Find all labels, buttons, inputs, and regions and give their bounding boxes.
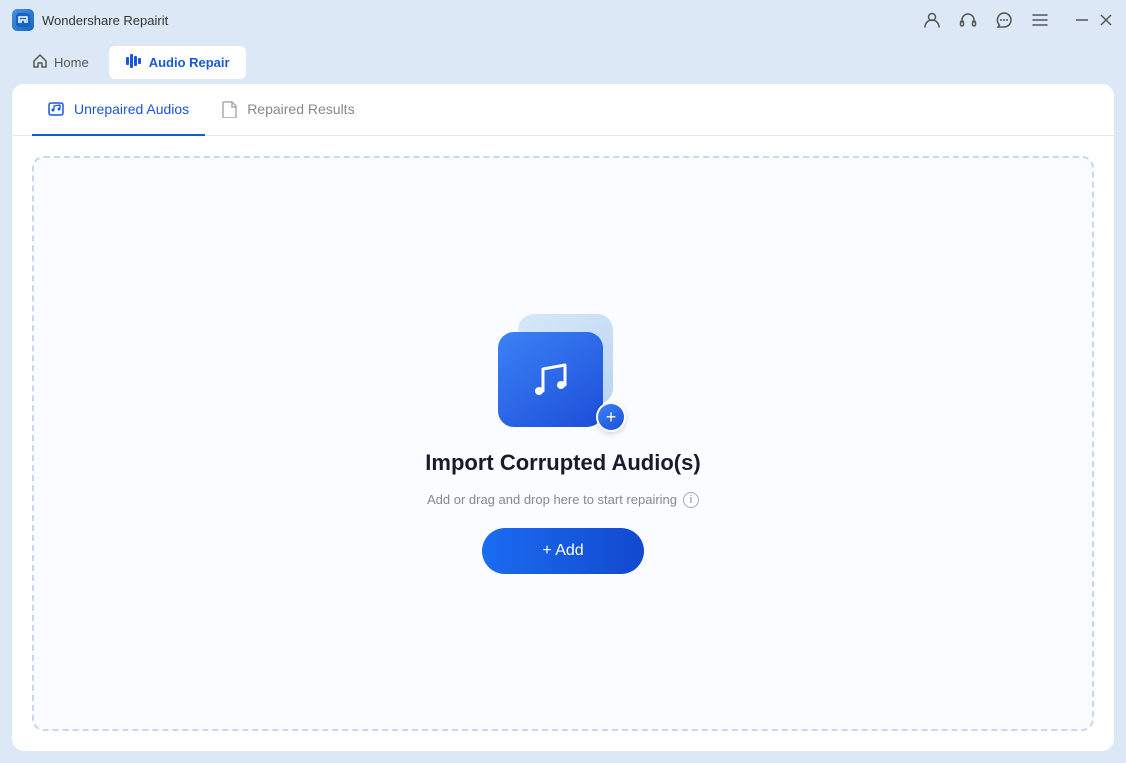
tab1-label: Unrepaired Audios bbox=[74, 101, 189, 117]
home-label: Home bbox=[54, 55, 89, 70]
music-tab-icon bbox=[48, 100, 66, 118]
window-controls bbox=[1074, 12, 1114, 28]
title-bar-right bbox=[922, 10, 1114, 30]
import-title: Import Corrupted Audio(s) bbox=[425, 450, 700, 476]
tab2-label: Repaired Results bbox=[247, 101, 354, 117]
close-button[interactable] bbox=[1098, 12, 1114, 28]
headset-icon[interactable] bbox=[958, 10, 978, 30]
audio-repair-nav-item[interactable]: Audio Repair bbox=[109, 46, 246, 79]
home-nav-item[interactable]: Home bbox=[16, 47, 105, 78]
tab-repaired-results[interactable]: Repaired Results bbox=[205, 84, 370, 136]
music-card-front bbox=[498, 332, 603, 427]
main-content: Unrepaired Audios Repaired Results bbox=[12, 84, 1114, 751]
audio-icon bbox=[125, 52, 143, 73]
minimize-button[interactable] bbox=[1074, 12, 1090, 28]
audio-repair-label: Audio Repair bbox=[149, 55, 230, 70]
nav-bar: Home Audio Repair bbox=[0, 40, 1126, 84]
tabs: Unrepaired Audios Repaired Results bbox=[12, 84, 1114, 136]
title-bar: Wondershare Repairit bbox=[0, 0, 1126, 40]
music-icon-container: + bbox=[498, 314, 628, 434]
import-subtitle-text: Add or drag and drop here to start repai… bbox=[427, 492, 677, 507]
drop-zone-container: + Import Corrupted Audio(s) Add or drag … bbox=[12, 136, 1114, 751]
app-icon bbox=[12, 9, 34, 31]
import-subtitle: Add or drag and drop here to start repai… bbox=[427, 492, 699, 508]
add-button[interactable]: + Add bbox=[482, 528, 643, 574]
plus-circle: + bbox=[596, 402, 626, 432]
plus-icon: + bbox=[598, 404, 624, 430]
tab-unrepaired-audios[interactable]: Unrepaired Audios bbox=[32, 84, 205, 136]
file-tab-icon bbox=[221, 100, 239, 118]
info-icon[interactable]: i bbox=[683, 492, 699, 508]
app-title: Wondershare Repairit bbox=[42, 13, 168, 28]
home-icon bbox=[32, 53, 48, 72]
drop-zone[interactable]: + Import Corrupted Audio(s) Add or drag … bbox=[32, 156, 1094, 731]
title-bar-left: Wondershare Repairit bbox=[12, 9, 168, 31]
user-icon[interactable] bbox=[922, 10, 942, 30]
menu-icon[interactable] bbox=[1030, 10, 1050, 30]
chat-icon[interactable] bbox=[994, 10, 1014, 30]
